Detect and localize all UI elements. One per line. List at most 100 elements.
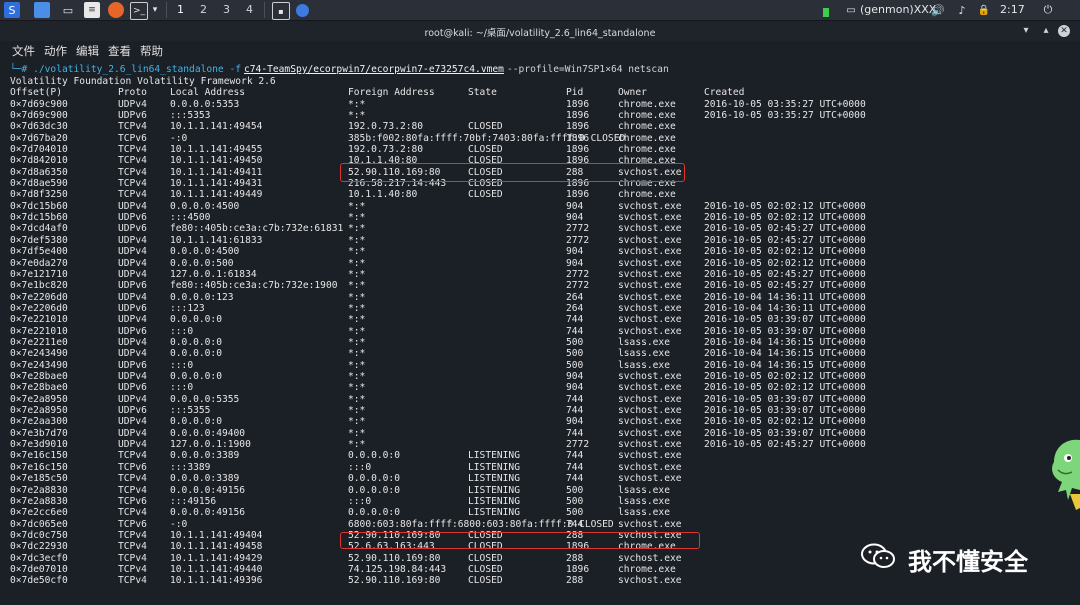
terminal-window-button[interactable]: ▪ <box>272 2 290 20</box>
firefox-icon[interactable] <box>108 2 124 18</box>
terminal-icon[interactable]: >_ <box>130 2 148 20</box>
cell-owner: svchost.exe <box>618 314 682 326</box>
screen-icon[interactable]: ▭ <box>843 2 859 18</box>
cell-created: 2016-10-05 03:35:27 UTC+0000 <box>704 109 866 121</box>
cell-foreign-address: 192.0.73.2:80 <box>348 144 424 155</box>
window-titlebar: root@kali: ~/桌面/volatility_2.6_lin64_sta… <box>0 21 1080 41</box>
cell-local-address: :::123 <box>170 302 205 314</box>
cell-local-address: 0.0.0.0:49400 <box>170 427 246 439</box>
cell-local-address: 0.0.0.0:5353 <box>170 98 240 110</box>
cell-proto: UDPv6 <box>118 302 147 314</box>
dropdown-arrow-icon[interactable]: ▾ <box>150 2 160 18</box>
cell-created: 2016-10-04 14:36:15 UTC+0000 <box>704 348 866 360</box>
cell-pid: 744 <box>566 427 584 439</box>
cell-offset: 0×7d67ba20 <box>10 132 68 144</box>
cell-owner: svchost.exe <box>618 291 682 303</box>
cell-pid: 744 <box>566 461 584 473</box>
cell-offset: 0×7e28bae0 <box>10 382 68 394</box>
cell-owner: svchost.exe <box>618 257 682 269</box>
cell-created: 2016-10-05 02:45:27 UTC+0000 <box>704 223 866 235</box>
minimize-button[interactable]: ▾ <box>1020 25 1032 37</box>
cell-local-address: -:0 <box>170 518 188 530</box>
prompt-path: c74-TeamSpy/ecorpwin7/ecorpwin7-e73257c4… <box>244 64 504 75</box>
workspace-1[interactable]: 1 <box>177 3 184 16</box>
cell-offset: 0×7e2a8830 <box>10 484 68 496</box>
menu-edit[interactable]: 编辑 <box>76 43 99 59</box>
cell-proto: UDPv4 <box>118 200 147 212</box>
cell-state: CLOSED <box>468 575 503 587</box>
cell-pid: 500 <box>566 484 584 496</box>
notification-bell-icon[interactable]: ♪ <box>954 2 970 18</box>
lock-icon[interactable]: 🔒 <box>976 2 992 18</box>
cell-offset: 0×7e3d9010 <box>10 439 68 451</box>
cell-foreign-address: 0.0.0.0:0 <box>348 484 400 496</box>
workspace-2[interactable]: 2 <box>200 3 207 16</box>
cell-pid: 500 <box>566 336 584 348</box>
cell-offset: 0×7d842010 <box>10 155 68 167</box>
cell-proto: TCPv4 <box>118 541 147 553</box>
header-state: State <box>468 87 497 98</box>
cell-owner: svchost.exe <box>618 371 682 382</box>
cell-offset: 0×7d63dc30 <box>10 121 68 133</box>
cell-created: 2016-10-05 03:39:07 UTC+0000 <box>704 314 866 326</box>
text-editor-icon[interactable]: ≡ <box>84 2 100 18</box>
clock: 2:17 <box>1000 3 1025 16</box>
close-button[interactable]: ✕ <box>1058 25 1070 37</box>
terminal-output[interactable]: └─# ./volatility_2.6_lin64_standalone -f… <box>0 60 1080 605</box>
cell-offset: 0×7e2206d0 <box>10 291 68 303</box>
header-foreign-address: Foreign Address <box>348 87 435 98</box>
cell-state: LISTENING <box>468 484 520 496</box>
window-title: root@kali: ~/桌面/volatility_2.6_lin64_sta… <box>424 28 656 39</box>
cell-local-address: 0.0.0.0:0 <box>170 348 222 360</box>
cell-pid: 904 <box>566 382 584 394</box>
cell-created: 2016-10-05 03:39:07 UTC+0000 <box>704 427 866 439</box>
maximize-button[interactable]: ▴ <box>1040 25 1052 37</box>
header-pid: Pid <box>566 87 584 98</box>
cell-local-address: 0.0.0.0:4500 <box>170 246 240 258</box>
second-window-button[interactable] <box>296 4 309 17</box>
cell-pid: 264 <box>566 302 584 314</box>
cell-proto: UDPv6 <box>118 109 147 121</box>
cell-foreign-address: *:* <box>348 223 366 235</box>
cell-owner: svchost.exe <box>618 416 682 428</box>
power-icon[interactable]: ⏻ <box>1040 2 1056 18</box>
cell-pid: 1896 <box>566 98 590 110</box>
cell-local-address: 0.0.0.0:123 <box>170 291 234 303</box>
cell-pid: 2772 <box>566 280 590 292</box>
cell-proto: TCPv4 <box>118 166 147 178</box>
cell-owner: svchost.exe <box>618 325 682 337</box>
cell-owner: lsass.exe <box>618 495 670 507</box>
cell-created: 2016-10-05 02:02:12 UTC+0000 <box>704 200 866 212</box>
cell-proto: UDPv6 <box>118 405 147 417</box>
folder-icon[interactable]: ▭ <box>60 2 76 18</box>
workspace-4[interactable]: 4 <box>246 3 253 16</box>
cell-foreign-address: *:* <box>348 336 366 348</box>
cell-proto: TCPv4 <box>118 189 147 201</box>
menu-action[interactable]: 动作 <box>44 43 67 59</box>
cell-foreign-address: *:* <box>348 314 366 326</box>
cell-pid: 1896 <box>566 563 590 575</box>
cell-offset: 0×7df5e400 <box>10 246 68 258</box>
cell-state: LISTENING <box>468 473 520 485</box>
cell-pid: 500 <box>566 359 584 371</box>
volume-icon[interactable]: 🔊 <box>930 2 946 18</box>
cell-pid: 288 <box>566 575 584 587</box>
cell-state: LISTENING <box>468 450 520 462</box>
workspace-3[interactable]: 3 <box>223 3 230 16</box>
cell-created: 2016-10-05 02:02:12 UTC+0000 <box>704 212 866 224</box>
cell-owner: svchost.exe <box>618 234 682 246</box>
cell-foreign-address: *:* <box>348 291 366 303</box>
cell-proto: UDPv6 <box>118 212 147 224</box>
cell-pid: 904 <box>566 416 584 428</box>
kali-menu-icon[interactable]: S <box>4 2 20 18</box>
cell-owner: svchost.exe <box>618 246 682 258</box>
cell-owner: lsass.exe <box>618 507 670 519</box>
cell-foreign-address: *:* <box>348 200 366 212</box>
cell-state: CLOSED <box>468 189 503 201</box>
menu-view[interactable]: 查看 <box>108 43 131 59</box>
cell-offset: 0×7d8f3250 <box>10 189 68 201</box>
cell-pid: 2772 <box>566 268 590 280</box>
menu-help[interactable]: 帮助 <box>140 43 163 59</box>
menu-file[interactable]: 文件 <box>12 43 35 59</box>
desktop-icon[interactable] <box>34 2 50 18</box>
